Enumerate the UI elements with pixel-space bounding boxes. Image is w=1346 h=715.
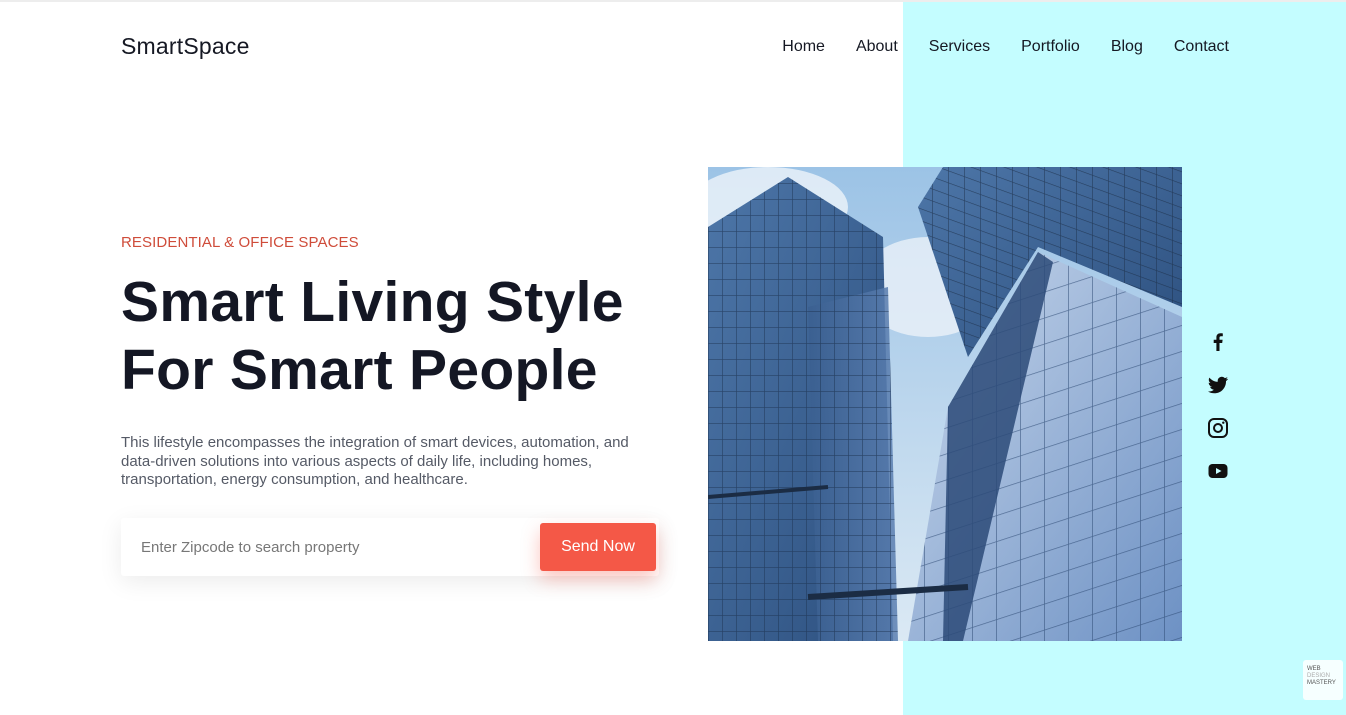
nav-blog[interactable]: Blog — [1111, 38, 1143, 56]
nav-services[interactable]: Services — [929, 38, 990, 56]
hero-eyebrow: RESIDENTIAL & OFFICE SPACES — [121, 234, 359, 251]
send-now-button[interactable]: Send Now — [540, 523, 656, 571]
headline-line-2: For Smart People — [121, 338, 598, 402]
instagram-icon[interactable] — [1206, 416, 1230, 440]
watermark-line-3: MASTERY — [1307, 680, 1336, 686]
social-links — [1206, 330, 1230, 502]
zipcode-input[interactable] — [121, 518, 521, 576]
facebook-icon[interactable] — [1206, 330, 1230, 354]
watermark-line-1: WEB — [1307, 666, 1321, 672]
channel-watermark: WEB DESIGN MASTERY — [1303, 660, 1343, 700]
zipcode-search-form: Send Now — [121, 518, 659, 576]
building-photo — [708, 167, 1182, 641]
twitter-icon[interactable] — [1206, 373, 1230, 397]
nav-home[interactable]: Home — [782, 38, 825, 56]
main-nav: Home About Services Portfolio Blog Conta… — [782, 38, 1229, 56]
headline-line-1: Smart Living Style — [121, 270, 624, 334]
site-logo[interactable]: SmartSpace — [121, 33, 250, 60]
nav-contact[interactable]: Contact — [1174, 38, 1229, 56]
hero-description: This lifestyle encompasses the integrati… — [121, 434, 629, 488]
nav-portfolio[interactable]: Portfolio — [1021, 38, 1080, 56]
hero-headline: Smart Living Style For Smart People — [121, 268, 624, 404]
youtube-icon[interactable] — [1206, 459, 1230, 483]
watermark-line-2: DESIGN — [1307, 673, 1331, 679]
nav-about[interactable]: About — [856, 38, 898, 56]
